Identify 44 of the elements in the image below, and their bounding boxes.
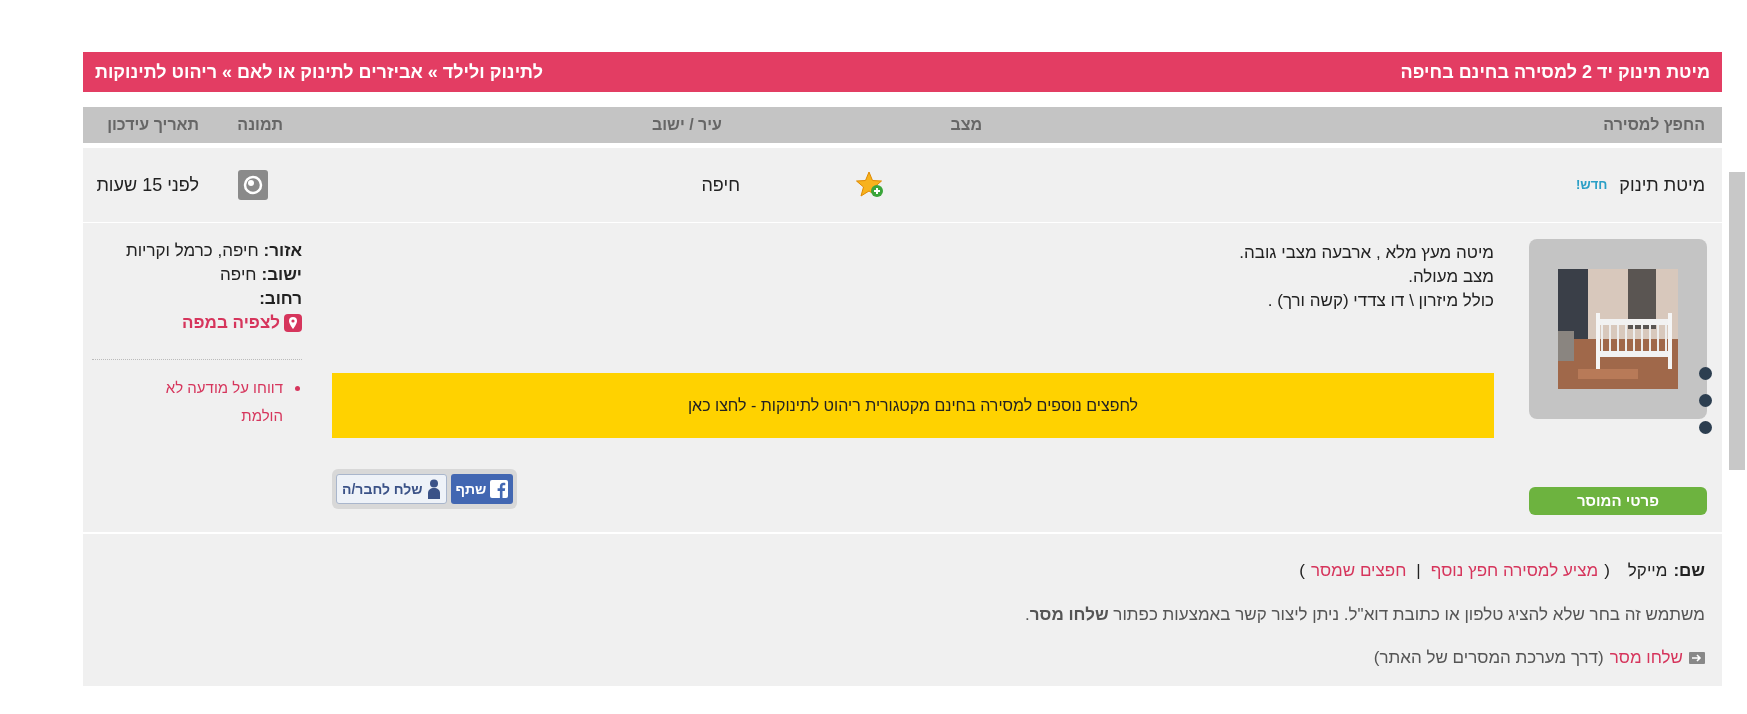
item-title[interactable]: מיטת תינוק bbox=[1619, 171, 1705, 199]
parenthesis-text: ) bbox=[1299, 560, 1305, 582]
column-header[interactable]: תאריך עידכון bbox=[107, 116, 199, 133]
location-label: ישוב: bbox=[261, 264, 302, 286]
more-items-link[interactable]: לחפצים נוספים למסירה בחינם מקטגורית ריהוט לתינוקות - לחצו כאן bbox=[687, 393, 1139, 418]
description-line: כולל מיזרון \ דו צדדי (קשה ורך) . bbox=[1266, 290, 1494, 312]
seller-name: מייקל bbox=[1627, 560, 1668, 582]
map-pin-icon bbox=[284, 314, 302, 332]
location-label: אזור: bbox=[263, 240, 302, 262]
facebook-icon bbox=[490, 480, 509, 498]
seller-link[interactable]: חפצים שמסר bbox=[1310, 558, 1407, 584]
send-message-note: (דרך מערכת המסרים של האתר) bbox=[1373, 647, 1604, 669]
column-header[interactable]: עיר / ישוב bbox=[651, 116, 722, 133]
listing-row[interactable]: מיטת תינוק חדש! חיפה לפני 15 שעות bbox=[83, 148, 1722, 222]
report-link[interactable]: דווחו על מודעה לא הולמת bbox=[138, 374, 283, 430]
location-label: רחוב: bbox=[259, 288, 302, 310]
description-line: מיטה מעץ מלא , ארבעה מצבי גובה. bbox=[1238, 242, 1494, 264]
parenthesis-text: ( bbox=[1604, 560, 1610, 582]
seller-details-button[interactable]: פרטי המוסר bbox=[1529, 487, 1707, 515]
camera-icon[interactable] bbox=[237, 170, 268, 200]
city-text: חיפה bbox=[701, 174, 740, 195]
updated-time: לפני 15 שעות bbox=[96, 174, 199, 195]
location-value: חיפה bbox=[220, 264, 257, 286]
star-icon bbox=[855, 170, 885, 200]
breadcrumb-link[interactable]: לתינוק ולילד » אביזרים לתינוק או לאם » ריהוט לתינוקות bbox=[95, 58, 543, 86]
share-button[interactable]: שתף bbox=[450, 474, 514, 504]
page-title: מיטת תינוק יד 2 למסירה בחינם בחיפה bbox=[1400, 60, 1710, 84]
location-value: חיפה, כרמל וקריות bbox=[125, 240, 259, 262]
scrollbar-thumb[interactable] bbox=[1729, 172, 1745, 470]
name-label: שם: bbox=[1673, 560, 1705, 582]
column-header[interactable]: מצב bbox=[950, 116, 982, 133]
send-to-friend-button[interactable]: שלח לחבר/ה bbox=[336, 474, 447, 504]
person-icon bbox=[426, 479, 441, 499]
column-header[interactable]: תמונה bbox=[237, 116, 283, 133]
contact-notice: משתמש זה בחר שלא להציג טלפון או כתובת דוא"ל. ניתן ליצור קשר באמצעות כפתור שלחו מסר. bbox=[1024, 603, 1705, 626]
message-arrow-icon bbox=[1689, 651, 1705, 664]
description-line: מצב מעולה. bbox=[1407, 266, 1494, 288]
new-label: חדש! bbox=[1575, 176, 1608, 195]
send-message-link[interactable]: שלחו מסר bbox=[1609, 645, 1683, 671]
bullet-icon bbox=[295, 386, 300, 391]
column-header[interactable]: החפץ למסירה bbox=[1603, 116, 1705, 133]
map-link[interactable]: לצפיה במפה bbox=[92, 311, 302, 335]
seller-link[interactable]: מציע למסירה חפץ נוסף bbox=[1430, 558, 1599, 584]
separator-text: | bbox=[1415, 560, 1422, 582]
